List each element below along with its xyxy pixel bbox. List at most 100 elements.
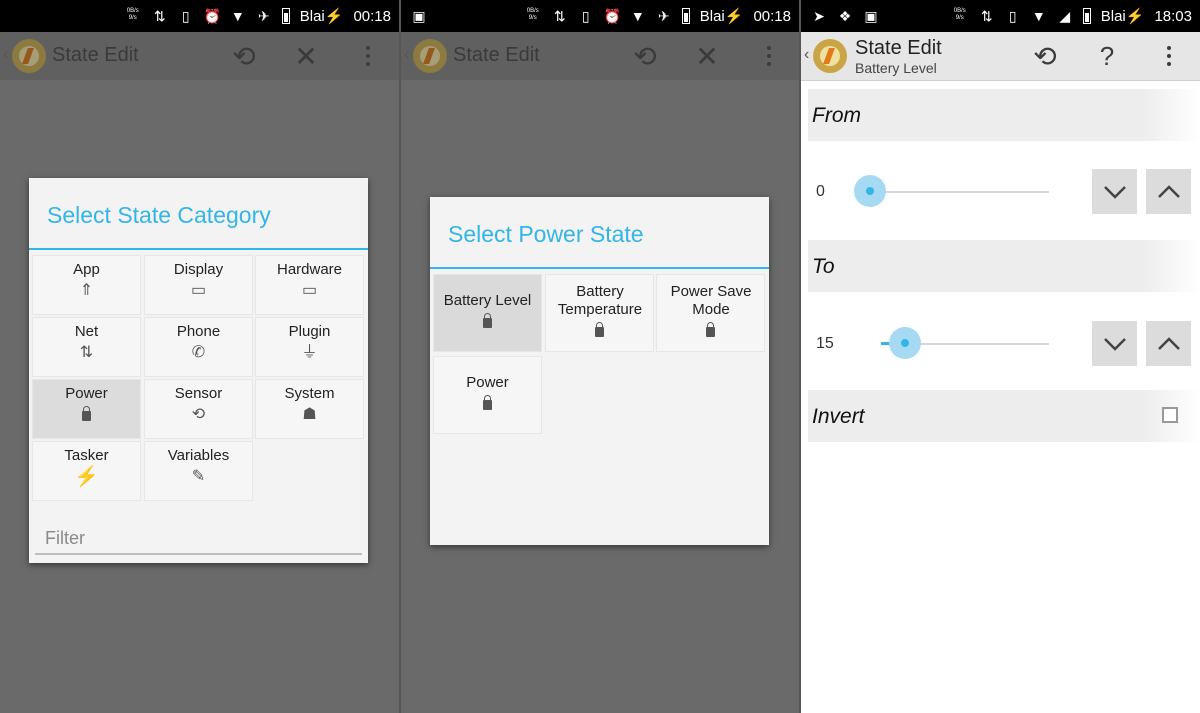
to-increment-button[interactable]	[1146, 321, 1191, 366]
monitor-icon: ▭	[190, 282, 207, 299]
from-value: 0	[816, 183, 825, 200]
category-tasker[interactable]: Tasker ⚡	[32, 441, 141, 501]
category-app[interactable]: App ⇑	[32, 255, 141, 315]
battery-icon	[1082, 8, 1091, 24]
tasker-app-icon[interactable]	[413, 39, 447, 73]
back-chevron-icon[interactable]: ‹	[804, 46, 809, 64]
battery-icon	[82, 406, 91, 421]
from-slider-track	[871, 191, 1049, 193]
tasker-app-icon[interactable]	[12, 39, 46, 73]
battery-icon	[483, 313, 492, 328]
close-icon[interactable]: ✕	[288, 38, 324, 74]
to-slider-thumb[interactable]	[889, 327, 921, 359]
category-system[interactable]: System ☗	[255, 379, 364, 439]
battery-icon	[595, 322, 604, 337]
airplane-icon: ✈	[257, 8, 270, 24]
wifi-icon: ▼	[1031, 8, 1046, 24]
overflow-menu-icon[interactable]	[350, 38, 386, 74]
overflow-menu-icon[interactable]	[1151, 38, 1187, 74]
dialog-title: Select Power State	[448, 221, 644, 247]
carrier-label: Blai⚡	[699, 8, 744, 25]
wifi-icon: ▼	[630, 8, 645, 24]
category-power[interactable]: Power	[32, 379, 141, 439]
to-decrement-button[interactable]	[1092, 321, 1137, 366]
status-bar: ▣ 0B/s 9/s ⇅ ▯ ⏰ ▼ ✈ Blai⚡ 00:18	[401, 0, 799, 32]
dialog-divider	[29, 248, 368, 250]
rocket-icon: ⇑	[79, 282, 94, 299]
tag-icon: ✎	[191, 468, 206, 485]
plug-icon: ⏚	[301, 344, 318, 361]
battery-icon	[281, 8, 290, 24]
status-time: 18:03	[1154, 7, 1192, 25]
battery-icon	[681, 8, 690, 24]
image-notification-icon: ▣	[412, 8, 426, 24]
battery-icon	[483, 395, 492, 410]
bolt-icon: ⚡	[74, 466, 99, 488]
status-time: 00:18	[353, 7, 391, 25]
category-display[interactable]: Display ▭	[144, 255, 253, 315]
chevron-down-icon	[1103, 185, 1126, 199]
net-speed-indicator: 0B/s 9/s	[526, 8, 539, 21]
filter-underline	[35, 553, 362, 555]
reset-icon[interactable]: ⟲	[226, 38, 262, 74]
filter-input[interactable]: Filter	[45, 528, 85, 549]
reset-icon[interactable]: ⟲	[1027, 38, 1063, 74]
data-arrows-icon: ⇅	[553, 8, 566, 24]
category-sensor[interactable]: Sensor ⟲	[144, 379, 253, 439]
data-arrows-icon: ⇅	[980, 8, 993, 24]
chevron-down-icon	[1103, 337, 1126, 351]
to-value: 15	[816, 335, 834, 352]
chevron-up-icon	[1157, 184, 1180, 198]
state-battery-level[interactable]: Battery Level	[433, 274, 542, 352]
carrier-label: Blai⚡	[1100, 8, 1145, 25]
from-increment-button[interactable]	[1146, 169, 1191, 214]
net-speed-indicator: 0B/s 9/s	[953, 8, 966, 21]
dropbox-icon: ❖	[838, 8, 852, 24]
screen-select-power-state: ▣ 0B/s 9/s ⇅ ▯ ⏰ ▼ ✈ Blai⚡ 00:18 ‹ State…	[401, 0, 799, 713]
page-title: State Edit	[52, 44, 139, 66]
select-power-state-dialog: Select Power State Battery Level Battery…	[430, 197, 769, 545]
category-plugin[interactable]: Plugin ⏚	[255, 317, 364, 377]
carrier-label: Blai⚡	[299, 8, 344, 25]
state-power-save-mode[interactable]: Power Save Mode	[656, 274, 765, 352]
screen-battery-level-edit: ➤ ❖ ▣ 0B/s 9/s ⇅ ▯ ▼ ◢ Blai⚡ 18:03 ‹ Sta…	[801, 0, 1200, 713]
category-hardware[interactable]: Hardware ▭	[255, 255, 364, 315]
rotate-icon: ⟲	[191, 406, 206, 423]
vibrate-icon: ▯	[1008, 8, 1017, 24]
overflow-menu-icon[interactable]	[751, 38, 787, 74]
page-title: State Edit	[855, 37, 942, 59]
dialog-title: Select State Category	[47, 202, 271, 228]
page-subtitle: Battery Level	[855, 60, 937, 76]
help-icon[interactable]: ?	[1089, 38, 1125, 74]
laptop-icon: ▭	[301, 282, 318, 299]
from-decrement-button[interactable]	[1092, 169, 1137, 214]
category-net[interactable]: Net ⇅	[32, 317, 141, 377]
vibrate-icon: ▯	[181, 8, 190, 24]
invert-checkbox[interactable]	[1162, 407, 1178, 423]
action-bar: ‹ State Edit ⟲ ✕	[0, 32, 399, 80]
chevron-up-icon	[1157, 336, 1180, 350]
select-category-dialog: Select State Category App ⇑ Display ▭ Hard…	[29, 178, 368, 563]
from-slider-thumb[interactable]	[854, 175, 886, 207]
vibrate-icon: ▯	[581, 8, 590, 24]
back-chevron-icon[interactable]: ‹	[404, 46, 409, 64]
close-icon[interactable]: ✕	[689, 38, 725, 74]
state-battery-temperature[interactable]: Battery Temperature	[545, 274, 654, 352]
screen-select-state-category: 0B/s 9/s ⇅ ▯ ⏰ ▼ ✈ Blai⚡ 00:18 ‹ State E…	[0, 0, 399, 713]
category-variables[interactable]: Variables ✎	[144, 441, 253, 501]
state-power[interactable]: Power	[433, 356, 542, 434]
action-bar: ‹ State Edit Battery Level ⟲ ?	[801, 32, 1200, 81]
page-title: State Edit	[453, 44, 540, 66]
back-chevron-icon[interactable]: ‹	[3, 46, 8, 64]
battery-icon	[706, 322, 715, 337]
invert-row[interactable]: Invert	[808, 390, 1200, 442]
tasker-app-icon[interactable]	[813, 39, 847, 73]
signal-icon: ◢	[1059, 8, 1071, 24]
alarm-icon: ⏰	[603, 8, 622, 24]
status-time: 00:18	[753, 7, 791, 25]
status-bar: ➤ ❖ ▣ 0B/s 9/s ⇅ ▯ ▼ ◢ Blai⚡ 18:03	[801, 0, 1200, 32]
category-phone[interactable]: Phone ✆	[144, 317, 253, 377]
status-bar: 0B/s 9/s ⇅ ▯ ⏰ ▼ ✈ Blai⚡ 00:18	[0, 0, 399, 32]
phone-icon: ✆	[191, 344, 206, 361]
reset-icon[interactable]: ⟲	[627, 38, 663, 74]
